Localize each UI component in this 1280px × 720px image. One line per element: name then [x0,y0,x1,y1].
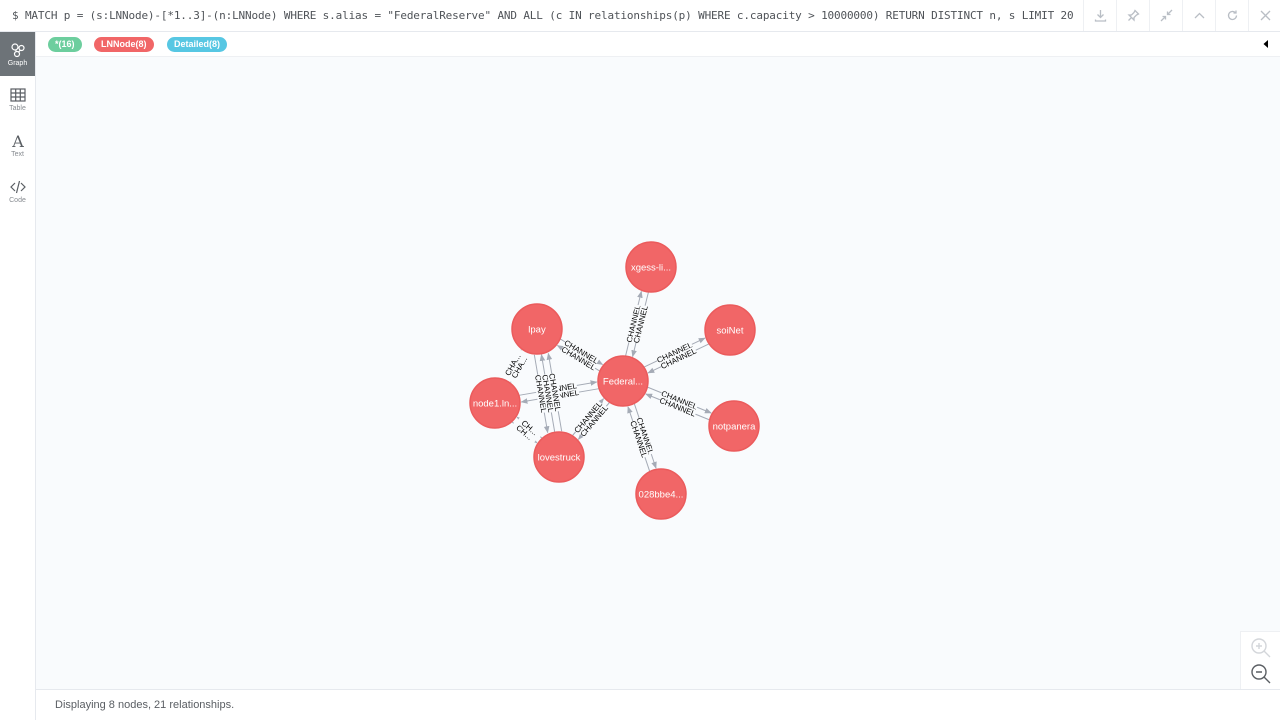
zoom-out-icon[interactable] [1249,662,1273,686]
zoom-controls [1240,631,1280,689]
node-caption: xgess-li... [631,263,671,274]
status-text: Displaying 8 nodes, 21 relationships. [55,699,235,711]
node-caption: 028bbe4... [639,490,684,501]
node-notpanera[interactable]: notpanera [708,400,760,452]
node-caption: node1.ln... [473,399,517,410]
node-caption: lovestruck [538,453,581,464]
node-lpay[interactable]: lpay [511,303,563,355]
node-node1[interactable]: node1.ln... [469,377,521,429]
node-caption: notpanera [713,422,757,433]
zoom-in-icon[interactable] [1249,636,1273,660]
node-xgess[interactable]: xgess-li... [625,241,677,293]
graph-visualization[interactable]: CHANNELCHANNELCHANNELCHANNELCHANNELCHANN… [0,0,1280,720]
node-fed[interactable]: Federal... [597,355,649,407]
neo4j-result-frame: $ MATCH p = (s:LNNode)-[*1..3]-(n:LNNode… [0,0,1280,720]
node-lovestruck[interactable]: lovestruck [533,431,585,483]
status-bar: Displaying 8 nodes, 21 relationships. [36,689,1280,720]
node-n028[interactable]: 028bbe4... [635,468,687,520]
node-soinet[interactable]: soiNet [704,304,756,356]
node-caption: soiNet [717,326,744,337]
node-caption: lpay [528,325,546,336]
node-caption: Federal... [603,377,643,388]
